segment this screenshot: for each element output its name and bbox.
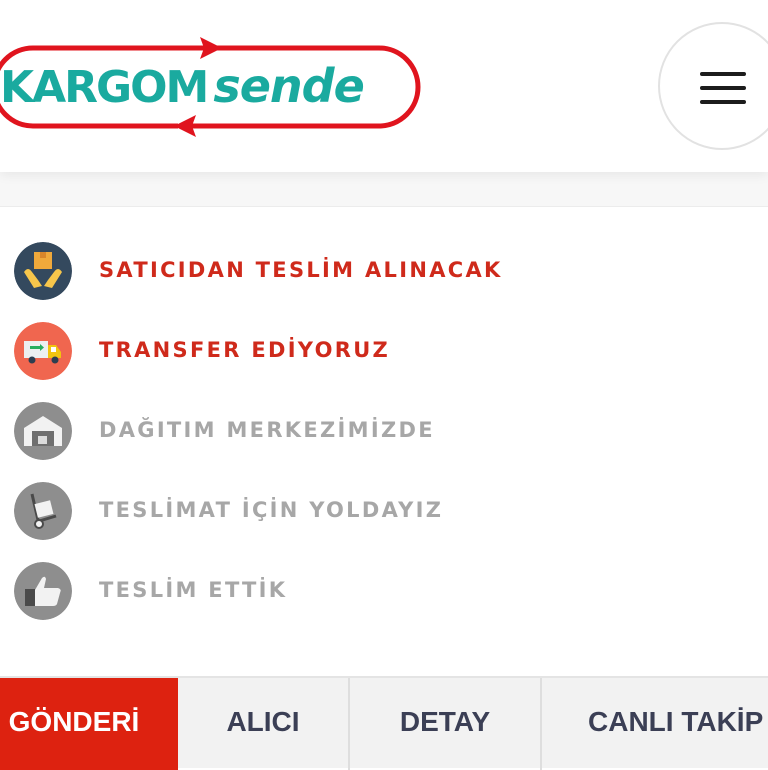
logo-main-text: KARGOM bbox=[0, 62, 209, 113]
header-divider-band bbox=[0, 172, 768, 206]
step-label: TESLİMAT İÇİN YOLDAYIZ bbox=[99, 498, 444, 522]
tab-canli-takip[interactable]: CANLI TAKİP bbox=[542, 678, 768, 770]
tab-bar: GÖNDERİ ALICI DETAY CANLI TAKİP bbox=[0, 676, 768, 770]
delivery-truck-icon bbox=[14, 322, 72, 380]
thumbs-up-icon bbox=[14, 562, 72, 620]
logo-sub-text: sende bbox=[213, 59, 364, 113]
tab-detay[interactable]: DETAY bbox=[350, 678, 540, 770]
step-label: SATICIDAN TESLİM ALINACAK bbox=[99, 258, 503, 282]
kargomsende-logo[interactable]: KARGOM sende bbox=[0, 36, 428, 140]
step-label: TESLİM ETTİK bbox=[99, 578, 288, 602]
step-transfer: TRANSFER EDİYORUZ bbox=[14, 322, 614, 382]
tab-alici[interactable]: ALICI bbox=[178, 678, 348, 770]
step-out-for-delivery: TESLİMAT İÇİN YOLDAYIZ bbox=[14, 482, 614, 542]
warehouse-icon bbox=[14, 402, 72, 460]
step-picked-up: SATICIDAN TESLİM ALINACAK bbox=[14, 242, 614, 302]
hamburger-menu-icon-bar bbox=[700, 86, 746, 90]
hand-truck-icon bbox=[14, 482, 72, 540]
logo-text: KARGOM sende bbox=[0, 46, 365, 126]
hamburger-menu-icon bbox=[700, 72, 746, 76]
hamburger-menu-icon-bar bbox=[700, 100, 746, 104]
divider bbox=[0, 206, 768, 207]
menu-button[interactable] bbox=[658, 22, 768, 150]
header: KARGOM sende bbox=[0, 0, 768, 172]
step-label: DAĞITIM MERKEZİMİZDE bbox=[99, 418, 435, 442]
step-delivered: TESLİM ETTİK bbox=[14, 562, 614, 622]
hands-box-icon bbox=[14, 242, 72, 300]
tab-gonderi[interactable]: GÖNDERİ bbox=[0, 678, 178, 770]
step-label: TRANSFER EDİYORUZ bbox=[99, 338, 391, 362]
step-distribution-center: DAĞITIM MERKEZİMİZDE bbox=[14, 402, 614, 462]
